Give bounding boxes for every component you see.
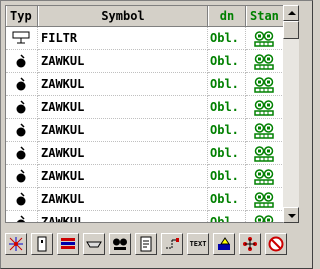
status-ok-icon	[246, 165, 284, 188]
valve-icon	[6, 96, 38, 119]
status-ok-icon	[246, 96, 284, 119]
symbol-cell: ZAWKUL	[38, 165, 208, 188]
status-ok-icon	[246, 50, 284, 73]
status-ok-icon	[246, 188, 284, 211]
column-header-dn[interactable]: dn	[208, 6, 246, 26]
table-row[interactable]: ZAWKUL Obl.	[6, 142, 284, 165]
symbol-cell: ZAWKUL	[38, 96, 208, 119]
valve-icon	[6, 73, 38, 96]
dn-cell: Obl.	[208, 142, 246, 165]
valve-icon	[6, 142, 38, 165]
bottom-toolbar: TEXT	[5, 233, 295, 257]
scroll-thumb[interactable]	[283, 21, 299, 39]
vertical-scrollbar[interactable]	[283, 5, 299, 223]
symbol-cell: ZAWKUL	[38, 188, 208, 211]
table-row[interactable]: FILTR Obl.	[6, 27, 284, 50]
symbol-cell: FILTR	[38, 27, 208, 50]
dn-cell: Obl.	[208, 211, 246, 222]
symbol-cell: ZAWKUL	[38, 211, 208, 222]
status-ok-icon	[246, 27, 284, 50]
column-header-stan[interactable]: Stan	[246, 6, 284, 26]
nodes-button[interactable]	[239, 233, 261, 255]
filter-icon	[6, 27, 38, 50]
grid-header: Typ Symbol dn Stan	[6, 6, 284, 27]
window-frame: Typ Symbol dn Stan FILTR Obl. ZAWKUL Obl. ZA…	[0, 0, 313, 269]
column-header-typ[interactable]: Typ	[6, 6, 38, 26]
paint-button[interactable]	[213, 233, 235, 255]
status-ok-icon	[246, 73, 284, 96]
valve-icon	[6, 119, 38, 142]
dn-cell: Obl.	[208, 73, 246, 96]
valve-icon	[6, 50, 38, 73]
valve-icon	[6, 188, 38, 211]
dn-cell: Obl.	[208, 96, 246, 119]
no-entry-button[interactable]	[265, 233, 287, 255]
status-ok-icon	[246, 119, 284, 142]
pump-button[interactable]	[109, 233, 131, 255]
column-header-symbol[interactable]: Symbol	[38, 6, 208, 26]
status-ok-icon	[246, 142, 284, 165]
valve-icon	[6, 165, 38, 188]
text-icon: TEXT	[189, 240, 207, 248]
pipe-button[interactable]	[83, 233, 105, 255]
connector-button[interactable]	[161, 233, 183, 255]
flags-button[interactable]	[57, 233, 79, 255]
network-button[interactable]	[5, 233, 27, 255]
table-row[interactable]: ZAWKUL Obl.	[6, 188, 284, 211]
table-row[interactable]: ZAWKUL Obl.	[6, 96, 284, 119]
dn-cell: Obl.	[208, 27, 246, 50]
dn-cell: Obl.	[208, 165, 246, 188]
symbol-cell: ZAWKUL	[38, 119, 208, 142]
symbol-cell: ZAWKUL	[38, 142, 208, 165]
table-row[interactable]: ZAWKUL Obl.	[6, 119, 284, 142]
fitting-button[interactable]	[31, 233, 53, 255]
document-button[interactable]	[135, 233, 157, 255]
dn-cell: Obl.	[208, 188, 246, 211]
scroll-up-button[interactable]	[283, 5, 299, 21]
data-grid[interactable]: Typ Symbol dn Stan FILTR Obl. ZAWKUL Obl. ZA…	[5, 5, 285, 223]
status-ok-icon	[246, 211, 284, 222]
table-row[interactable]: ZAWKUL Obl.	[6, 211, 284, 222]
dn-cell: Obl.	[208, 119, 246, 142]
symbol-cell: ZAWKUL	[38, 50, 208, 73]
table-row[interactable]: ZAWKUL Obl.	[6, 73, 284, 96]
table-row[interactable]: ZAWKUL Obl.	[6, 50, 284, 73]
valve-icon	[6, 211, 38, 222]
text-button[interactable]: TEXT	[187, 233, 209, 255]
dn-cell: Obl.	[208, 50, 246, 73]
table-row[interactable]: ZAWKUL Obl.	[6, 165, 284, 188]
scroll-down-button[interactable]	[283, 207, 299, 223]
symbol-cell: ZAWKUL	[38, 73, 208, 96]
